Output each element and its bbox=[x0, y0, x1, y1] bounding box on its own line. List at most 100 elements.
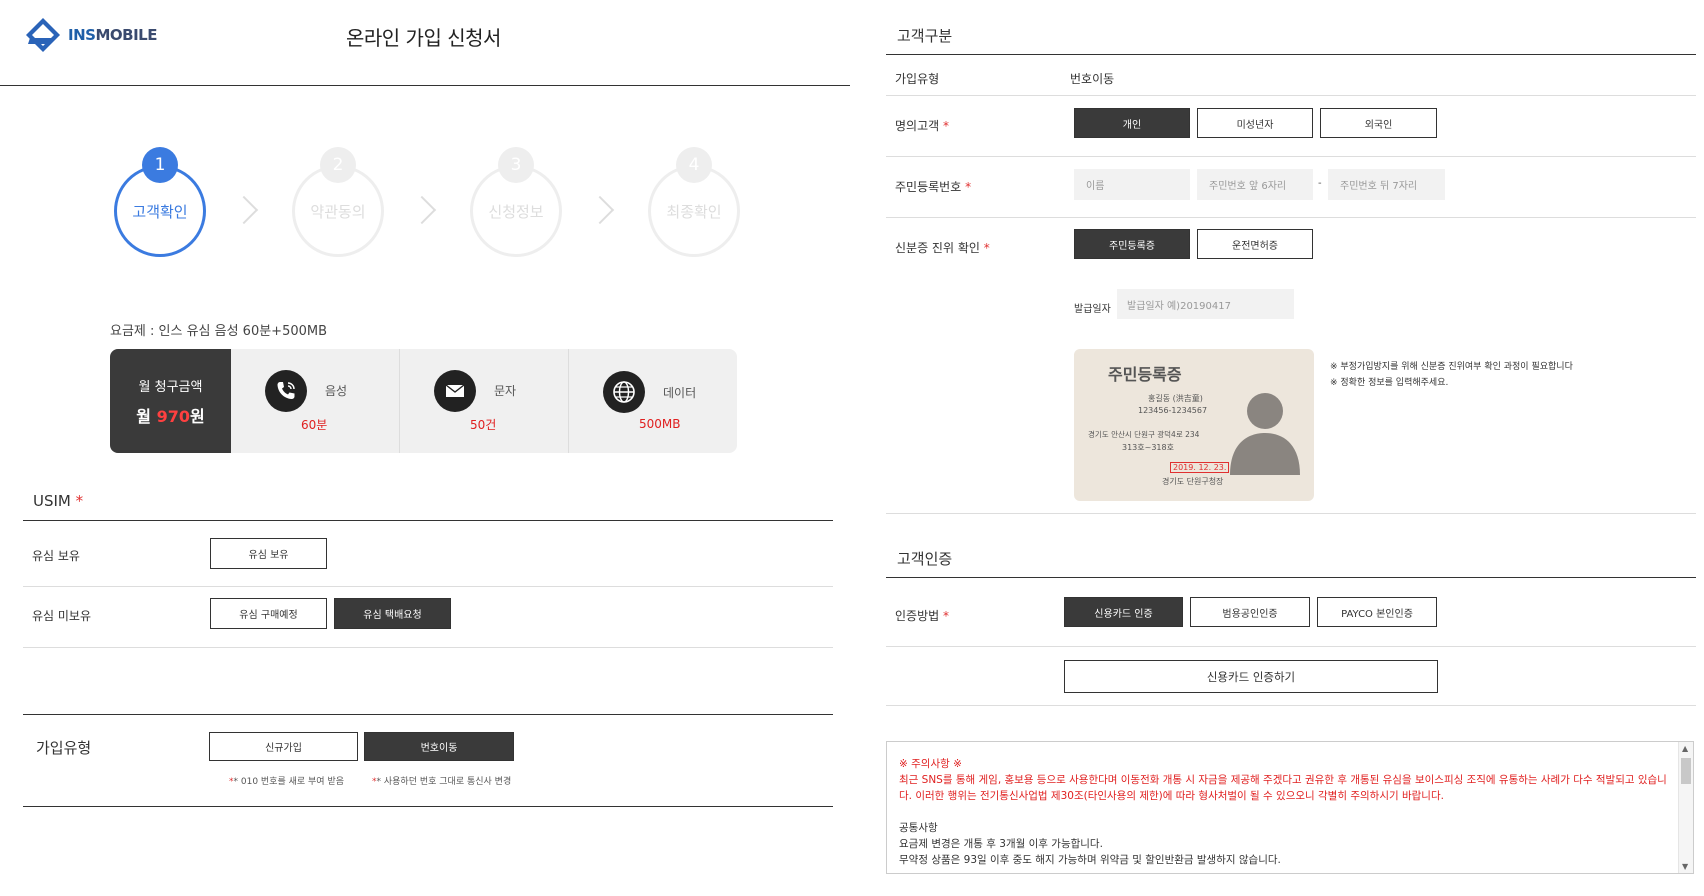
brand-logo[interactable]: INSMOBILE bbox=[22, 14, 157, 56]
rrn-front-input[interactable]: 주민번호 앞 6자리 bbox=[1197, 169, 1313, 200]
payco-auth-button[interactable]: PAYCO 본인인증 bbox=[1317, 597, 1437, 627]
plan-data: 데이터 500MB bbox=[569, 349, 737, 453]
step-1-label: 고객확인 bbox=[132, 202, 188, 221]
plan-voice: 음성 60분 bbox=[231, 349, 400, 453]
plan-sms-value: 50건 bbox=[470, 417, 497, 432]
rrn-back-input[interactable]: 주민번호 뒤 7자리 bbox=[1328, 169, 1445, 200]
step-1-number: 1 bbox=[142, 147, 178, 183]
credit-card-auth-button[interactable]: 신용카드 인증 bbox=[1064, 597, 1183, 627]
id-card-button[interactable]: 주민등록증 bbox=[1074, 229, 1190, 259]
header-divider bbox=[0, 85, 850, 86]
row-divider bbox=[886, 513, 1696, 514]
auth-section-title: 고객인증 bbox=[897, 550, 953, 568]
number-port-note: ** 사용하던 번호 그대로 통신사 변경 bbox=[372, 777, 512, 787]
credit-card-auth-submit-button[interactable]: 신용카드 인증하기 bbox=[1064, 660, 1438, 693]
globe-icon bbox=[603, 371, 645, 413]
join-type-divider bbox=[23, 714, 833, 715]
step-4-number: 4 bbox=[676, 147, 712, 183]
join-type-row-label: 가입유형 bbox=[895, 72, 940, 86]
id-card-date: 2019. 12. 23. bbox=[1170, 462, 1230, 473]
notice-common-line-2: 무약정 상품은 93일 이후 중도 해지 가능하며 위약금 및 할인반환금 발생… bbox=[899, 854, 1281, 866]
scroll-thumb[interactable] bbox=[1681, 758, 1691, 784]
number-port-button[interactable]: 번호이동 bbox=[364, 732, 514, 761]
logo-text-mobile: MOBILE bbox=[95, 26, 157, 44]
monthly-bill-amount: 월 970원 bbox=[136, 406, 205, 426]
join-type-bottom-divider bbox=[23, 806, 833, 807]
id-card-issuer: 경기도 단원구청장 bbox=[1162, 477, 1224, 486]
chevron-right-icon bbox=[407, 195, 437, 225]
new-join-button[interactable]: 신규가입 bbox=[209, 732, 358, 761]
step-2-number: 2 bbox=[320, 147, 356, 183]
plan-summary: 월 청구금액 월 970원 음성 60분 문자 50건 데이터 500MB bbox=[110, 349, 737, 453]
holder-minor-button[interactable]: 미성년자 bbox=[1197, 108, 1313, 138]
logo-text-ins: INS bbox=[68, 26, 96, 44]
row-divider bbox=[886, 156, 1696, 157]
id-card-address2: 313호~318호 bbox=[1122, 443, 1174, 452]
driver-license-button[interactable]: 운전면허증 bbox=[1197, 229, 1313, 259]
step-2-label: 약관동의 bbox=[310, 202, 366, 221]
row-divider bbox=[886, 646, 1696, 647]
plan-data-name: 데이터 bbox=[663, 385, 697, 400]
usim-divider bbox=[23, 520, 833, 521]
notice-box[interactable]: ※ 주의사항 ※ 최근 SNS를 통해 게임, 홍보용 등으로 사용한다며 이동… bbox=[886, 741, 1694, 874]
step-3-number: 3 bbox=[498, 147, 534, 183]
rrn-label: 주민등록번호 * bbox=[895, 180, 972, 194]
required-mark: * bbox=[75, 492, 84, 510]
row-divider bbox=[23, 586, 833, 587]
plan-sms-name: 문자 bbox=[494, 384, 517, 398]
phone-icon bbox=[265, 369, 307, 412]
plan-data-value: 500MB bbox=[639, 417, 681, 431]
plan-name: 요금제 : 인스 유심 음성 60분+500MB bbox=[110, 324, 328, 339]
notice-common-line-1: 요금제 변경은 개통 후 3개월 이후 가능합니다. bbox=[899, 838, 1103, 850]
plan-voice-value: 60분 bbox=[301, 417, 328, 432]
id-card-name: 홍길동 (洪吉童) bbox=[1148, 394, 1203, 403]
row-divider bbox=[886, 217, 1696, 218]
step-3-label: 신청정보 bbox=[488, 202, 544, 221]
join-type-row-value: 번호이동 bbox=[1070, 72, 1115, 86]
usim-delivery-button[interactable]: 유심 택배요청 bbox=[334, 598, 451, 629]
usim-have-label: 유심 보유 bbox=[32, 549, 80, 563]
monthly-bill-label: 월 청구금액 bbox=[138, 379, 203, 395]
usim-buy-button[interactable]: 유심 구매예정 bbox=[210, 598, 327, 629]
notice-warning-title: ※ 주의사항 ※ bbox=[899, 758, 962, 770]
notice-warning-body: 최근 SNS를 통해 게임, 홍보용 등으로 사용한다며 이동전화 개통 시 자… bbox=[899, 774, 1667, 802]
mail-icon bbox=[434, 369, 476, 412]
plan-voice-name: 음성 bbox=[325, 384, 348, 398]
scroll-down-icon[interactable]: ▼ bbox=[1682, 862, 1688, 871]
issue-date-input[interactable]: 발급일자 예)20190417 bbox=[1117, 289, 1294, 319]
notice-common-title: 공통사항 bbox=[899, 822, 938, 834]
chevron-right-icon bbox=[585, 195, 615, 225]
issue-date-label: 발급일자 bbox=[1074, 304, 1111, 315]
scroll-up-icon[interactable]: ▲ bbox=[1682, 744, 1688, 753]
usim-none-label: 유심 미보유 bbox=[32, 609, 92, 623]
notice-scrollbar[interactable]: ▲ ▼ bbox=[1678, 742, 1693, 873]
join-type-label: 가입유형 bbox=[36, 739, 92, 757]
id-card-title: 주민등록증 bbox=[1108, 365, 1182, 384]
name-input[interactable]: 이름 bbox=[1074, 169, 1190, 200]
row-divider bbox=[886, 705, 1696, 706]
id-card-number: 123456-1234567 bbox=[1138, 406, 1208, 415]
new-join-note: ** 010 번호를 새로 부여 받음 bbox=[229, 777, 345, 787]
holder-individual-button[interactable]: 개인 bbox=[1074, 108, 1190, 138]
id-note-2: ※ 정확한 정보를 입력해주세요. bbox=[1330, 378, 1449, 388]
row-divider bbox=[886, 95, 1696, 96]
person-photo-icon bbox=[1228, 379, 1302, 479]
id-card-address1: 경기도 안산시 단원구 광덕4로 234 bbox=[1088, 430, 1200, 439]
auth-method-label: 인증방법 * bbox=[895, 609, 949, 623]
chevron-right-icon bbox=[229, 195, 259, 225]
logo-mark-icon bbox=[22, 14, 64, 56]
step-4-label: 최종확인 bbox=[666, 202, 722, 221]
usim-section-title: USIM * bbox=[33, 492, 84, 510]
customer-section-title: 고객구분 bbox=[897, 27, 953, 45]
id-card-sample-image: 주민등록증 홍길동 (洪吉童) 123456-1234567 경기도 안산시 단… bbox=[1074, 349, 1314, 501]
holder-foreigner-button[interactable]: 외국인 bbox=[1320, 108, 1437, 138]
id-verify-label: 신분증 진위 확인 * bbox=[895, 241, 990, 255]
page-title: 온라인 가입 신청서 bbox=[346, 26, 501, 50]
row-divider bbox=[23, 647, 833, 648]
customer-divider bbox=[886, 54, 1696, 55]
public-cert-auth-button[interactable]: 범용공인인증 bbox=[1190, 597, 1310, 627]
rrn-dash: - bbox=[1318, 178, 1322, 189]
usim-have-button[interactable]: 유심 보유 bbox=[210, 538, 327, 569]
plan-sms: 문자 50건 bbox=[400, 349, 569, 453]
id-note-1: ※ 부정가입방지를 위해 신분증 진위여부 확인 과정이 필요합니다 bbox=[1330, 362, 1573, 372]
